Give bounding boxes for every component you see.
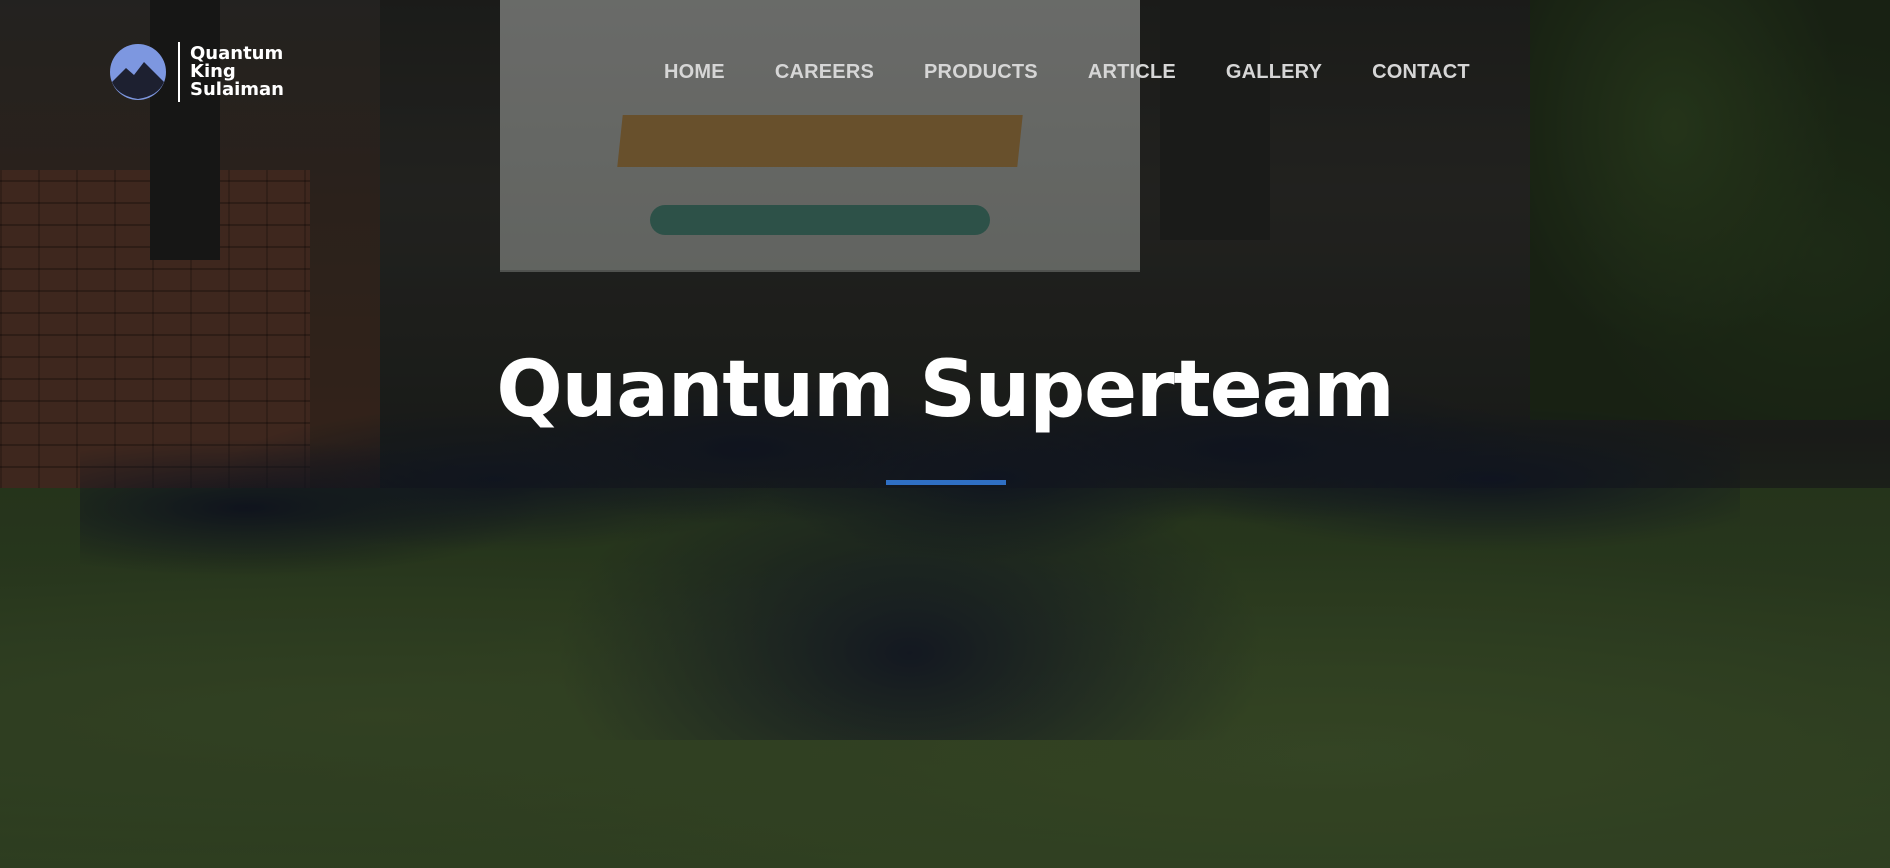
main-nav: HOME CAREERS PRODUCTS ARTICLE GALLERY CO… xyxy=(664,60,1495,84)
nav-careers[interactable]: CAREERS xyxy=(750,60,899,84)
nav-products[interactable]: PRODUCTS xyxy=(899,60,1063,84)
site-logo[interactable]: Quantum King Sulaiman xyxy=(108,42,284,102)
logo-line: Sulaiman xyxy=(190,79,284,100)
nav-gallery[interactable]: GALLERY xyxy=(1201,60,1347,84)
nav-contact[interactable]: CONTACT xyxy=(1347,60,1495,84)
logo-divider xyxy=(178,42,180,102)
logo-wordmark: Quantum King Sulaiman xyxy=(190,45,284,99)
hero-section: Quantum King Sulaiman HOME CAREERS PRODU… xyxy=(0,0,1890,868)
nav-article[interactable]: ARTICLE xyxy=(1063,60,1201,84)
title-underline xyxy=(886,480,1006,485)
nav-home[interactable]: HOME xyxy=(664,60,750,84)
mountain-logo-icon xyxy=(110,44,166,100)
hero-title: Quantum Superteam xyxy=(496,345,1394,435)
